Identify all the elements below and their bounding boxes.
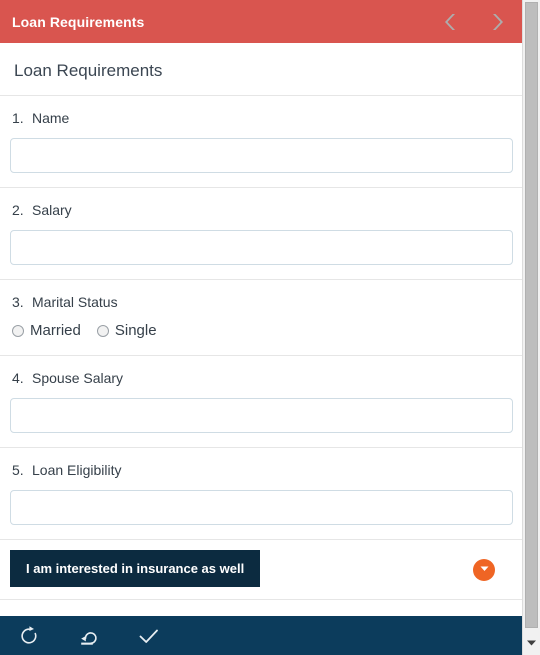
- question-text-4: Spouse Salary: [32, 370, 124, 387]
- question-block-3: 3. Marital Status Married Single: [0, 280, 522, 357]
- chevron-right-icon: [489, 11, 507, 33]
- previous-button[interactable]: [440, 10, 460, 34]
- action-row: I am interested in insurance as well: [0, 540, 522, 601]
- question-text-1: Name: [32, 110, 70, 127]
- question-label-5: 5. Loan Eligibility: [12, 462, 512, 478]
- radio-label-single: Single: [114, 322, 157, 340]
- question-label-1: 1. Name: [12, 110, 512, 126]
- main-column: Loan Requirements Loan Requirements 1. N…: [0, 0, 522, 655]
- vertical-scrollbar[interactable]: [522, 0, 540, 655]
- salary-input[interactable]: [10, 230, 513, 266]
- save-button[interactable]: [76, 623, 102, 649]
- question-block-1: 1. Name: [0, 96, 522, 189]
- expand-options-button[interactable]: [473, 558, 495, 581]
- radio-button-icon[interactable]: [96, 324, 109, 337]
- spouse-salary-input[interactable]: [10, 398, 513, 434]
- header-navigation: [440, 0, 508, 43]
- question-block-5: 5. Loan Eligibility: [0, 448, 522, 541]
- chevron-left-icon: [441, 11, 459, 33]
- radio-label-married: Married: [30, 322, 81, 340]
- form-title: Loan Requirements: [14, 61, 163, 80]
- question-text-5: Loan Eligibility: [32, 462, 122, 479]
- check-icon: [137, 625, 161, 647]
- scroll-down-button[interactable]: [523, 630, 540, 655]
- application-window: Loan Requirements Loan Requirements 1. N…: [0, 0, 540, 655]
- name-input[interactable]: [10, 138, 513, 174]
- question-label-3: 3. Marital Status: [12, 294, 512, 310]
- question-number-4: 4.: [12, 370, 24, 387]
- question-number-3: 3.: [12, 294, 24, 311]
- question-text-2: Salary: [32, 202, 72, 219]
- triangle-down-icon: [479, 561, 490, 579]
- question-text-3: Marital Status: [32, 294, 118, 311]
- refresh-icon: [18, 625, 40, 647]
- question-label-2: 2. Salary: [12, 202, 512, 218]
- save-upload-icon: [77, 625, 101, 647]
- question-block-4: 4. Spouse Salary: [0, 356, 522, 449]
- form-title-section: Loan Requirements: [0, 43, 522, 97]
- submit-button[interactable]: [136, 623, 162, 649]
- refresh-button[interactable]: [16, 623, 42, 649]
- loan-eligibility-input[interactable]: [10, 490, 513, 526]
- bottom-toolbar: [0, 616, 522, 655]
- question-number-5: 5.: [12, 462, 24, 479]
- radio-option-married[interactable]: Married: [12, 322, 81, 339]
- triangle-down-icon: [526, 634, 537, 652]
- question-block-2: 2. Salary: [0, 188, 522, 281]
- radio-option-single[interactable]: Single: [96, 322, 157, 340]
- radio-button-icon[interactable]: [12, 324, 24, 337]
- next-button[interactable]: [488, 10, 508, 34]
- page-title: Loan Requirements: [12, 13, 145, 30]
- question-number-2: 2.: [12, 202, 24, 219]
- marital-status-radio-group: Married Single: [12, 322, 512, 339]
- insurance-interest-button[interactable]: I am interested in insurance as well: [10, 550, 261, 588]
- question-number-1: 1.: [12, 110, 24, 127]
- scrollbar-thumb[interactable]: [525, 2, 538, 628]
- form-scroll-area[interactable]: Loan Requirements 1. Name 2. Salary 3. M…: [0, 43, 522, 616]
- app-header: Loan Requirements: [0, 0, 522, 43]
- question-label-4: 4. Spouse Salary: [12, 370, 512, 386]
